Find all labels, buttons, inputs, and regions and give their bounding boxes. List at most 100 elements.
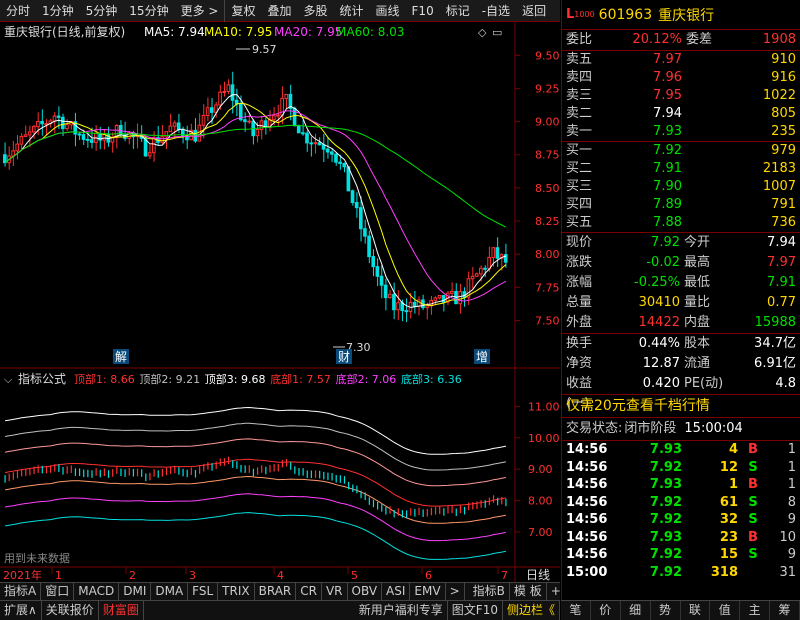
toolbar-item-0[interactable]: 分时 — [0, 0, 36, 22]
candle-body — [247, 120, 251, 123]
candle-body — [205, 107, 210, 116]
quote-value2: 7.91 — [767, 275, 796, 290]
indicator-tab-10[interactable]: OBV — [348, 583, 383, 600]
indicator-tab-7[interactable]: BRAR — [255, 583, 297, 600]
panel-tab-6[interactable]: 主 — [740, 601, 771, 620]
quote-label: 现价 — [566, 235, 593, 250]
toolbar-item-5[interactable]: 复权 — [224, 0, 261, 22]
extension-right-tab-0[interactable]: 新用户福利专享 — [355, 601, 448, 620]
indicator-tab-13[interactable]: > — [446, 583, 465, 600]
tick-price: 7.92 — [649, 459, 682, 475]
toolbar-item-9[interactable]: 画线 — [370, 0, 406, 22]
tick-price: 7.92 — [649, 547, 682, 562]
indicator-tab-4[interactable]: DMA — [151, 583, 189, 600]
bid-book: 买一 7.92 979 买二 7.91 2183 买三 7.90 1007 买四 7.89 791 买五… — [562, 142, 800, 232]
candle-body — [305, 132, 309, 144]
mark-cai[interactable]: 财 — [338, 350, 350, 364]
fund-label: 净资 — [566, 356, 593, 371]
indicator-header: 指标公式 顶部1: 8.66 顶部2: 9.21 顶部3: 9.68 底部1: 7.57… — [18, 371, 462, 386]
candle-body — [31, 126, 36, 133]
tick-volume: 61 — [719, 494, 738, 510]
indicator-dropdown-icon[interactable]: ⌵ — [4, 373, 13, 386]
mark-jie[interactable]: 解 — [115, 350, 127, 364]
toolbar-item-2[interactable]: 5分钟 — [80, 0, 124, 22]
ask-row-0: 卖五 7.97 910 — [562, 51, 800, 69]
quote-label: 外盘 — [566, 315, 593, 330]
kline-chart[interactable]: 重庆银行(日线,前复权) MA5: 7.94 MA10: 7.95 MA20: … — [0, 22, 560, 582]
ask-price: 7.94 — [653, 106, 682, 121]
toolbar-item-4[interactable]: 更多 > — [175, 0, 225, 22]
promo-link[interactable]: 仅需20元查看千档行情 — [562, 395, 800, 417]
diamond-icon[interactable]: ◇ — [478, 26, 487, 39]
indicator-item-0: 顶部1: 8.66 — [74, 372, 135, 386]
panel-tab-1[interactable]: 价 — [591, 601, 621, 620]
candle-body — [102, 133, 106, 141]
mark-zeng[interactable]: 增 — [476, 350, 488, 364]
indicator-tabs: 指标A 窗口 MACD DMI DMA FSL TRIX BRAR CR VR OBV ASI EMV >… — [0, 582, 580, 600]
bid-price: 7.89 — [653, 197, 682, 212]
tick-price: 7.92 — [649, 512, 682, 527]
candle-body — [387, 293, 392, 299]
panel-tab-4[interactable]: 联 — [681, 601, 711, 620]
toolbar-item-13[interactable]: 返回 — [516, 0, 552, 22]
extension-tab-1[interactable]: 关联报价 — [42, 601, 99, 620]
toolbar-item-11[interactable]: 标记 — [440, 0, 476, 22]
panel-tab-3[interactable]: 势 — [651, 601, 681, 620]
indicator-tab-2[interactable]: MACD — [74, 583, 120, 600]
quote-row-1: 涨跌 -0.02 最高 7.97 — [562, 253, 800, 273]
chart-area[interactable]: 重庆银行(日线,前复权) MA5: 7.94 MA10: 7.95 MA20: … — [0, 22, 560, 582]
toolbar-item-1[interactable]: 1分钟 — [36, 0, 80, 22]
panel-tab-7[interactable]: 筹 — [770, 601, 800, 620]
extension-right-tab-2[interactable]: 侧边栏《 — [503, 601, 560, 620]
top-toolbar: 分时 1分钟 5分钟 15分钟 更多 > 复权 叠加 多股 统计 画线 F10 标记 -自选 返回 — [0, 0, 560, 22]
candle-body — [3, 154, 7, 164]
extension-right-tab-1[interactable]: 图文F10 — [448, 601, 503, 620]
indicator-tab-12[interactable]: EMV — [410, 583, 446, 600]
tick-side: S — [748, 547, 758, 562]
toolbar-item-10[interactable]: F10 — [406, 0, 440, 22]
toolbar-item-3[interactable]: 15分钟 — [123, 0, 174, 22]
tick-side — [738, 564, 768, 582]
period-label[interactable]: 日线 — [526, 568, 550, 582]
indicator-tab-9[interactable]: VR — [322, 583, 348, 600]
candle-body — [375, 266, 380, 277]
extension-tab-2[interactable]: 财富圈 — [99, 601, 144, 620]
candle-body — [437, 295, 442, 299]
quote-value2: 0.77 — [767, 295, 796, 310]
candle-body — [276, 114, 280, 117]
tick-time: 15:00 — [566, 564, 608, 580]
candle-body — [330, 151, 334, 155]
toolbar-item-6[interactable]: 叠加 — [261, 0, 297, 22]
candle-body — [474, 273, 479, 277]
fund-row-2: 收益(一) 0.420 PE(动) 4.8 — [562, 374, 800, 411]
candle-body — [325, 148, 330, 153]
panel-tab-2[interactable]: 细 — [621, 601, 651, 620]
indicator-tab-6[interactable]: TRIX — [218, 583, 255, 600]
price-tick-label: 7.75 — [535, 281, 560, 294]
indicator-tab-11[interactable]: ASI — [382, 583, 411, 600]
extension-tab-0[interactable]: 扩展∧ — [0, 601, 42, 620]
expand-icon[interactable]: ▭ — [492, 26, 502, 39]
quote-value: -0.25% — [634, 275, 680, 290]
toolbar-item-12[interactable]: -自选 — [476, 0, 516, 22]
panel-tab-5[interactable]: 值 — [710, 601, 741, 620]
indicator-tab-8[interactable]: CR — [296, 583, 322, 600]
indicator-tab-15[interactable]: 模 板 — [510, 583, 547, 600]
indicator-tab-1[interactable]: 窗口 — [41, 583, 75, 600]
indicator-tab-3[interactable]: DMI — [119, 583, 152, 600]
month-label-1: 1 — [55, 569, 62, 582]
toolbar-item-8[interactable]: 统计 — [334, 0, 370, 22]
indicator-tab-0[interactable]: 指标A — [0, 583, 42, 600]
indicator-tab-5[interactable]: FSL — [188, 583, 219, 600]
ask-volume: 1022 — [762, 88, 796, 103]
tick-side: B — [748, 442, 758, 457]
indicator-title[interactable]: 指标公式 — [18, 371, 66, 386]
tick-side: S — [748, 512, 758, 527]
panel-tabs: 笔价细势联值主筹 — [561, 600, 800, 620]
indicator-tab-14[interactable]: 指标B — [469, 583, 510, 600]
toolbar-item-7[interactable]: 多股 — [297, 0, 333, 22]
panel-tab-0[interactable]: 笔 — [561, 601, 591, 620]
tick-row-6: 14:56 7.92 15 S 9 — [562, 546, 800, 564]
quote-value2: 15988 — [754, 315, 796, 330]
candle-body — [433, 297, 438, 301]
